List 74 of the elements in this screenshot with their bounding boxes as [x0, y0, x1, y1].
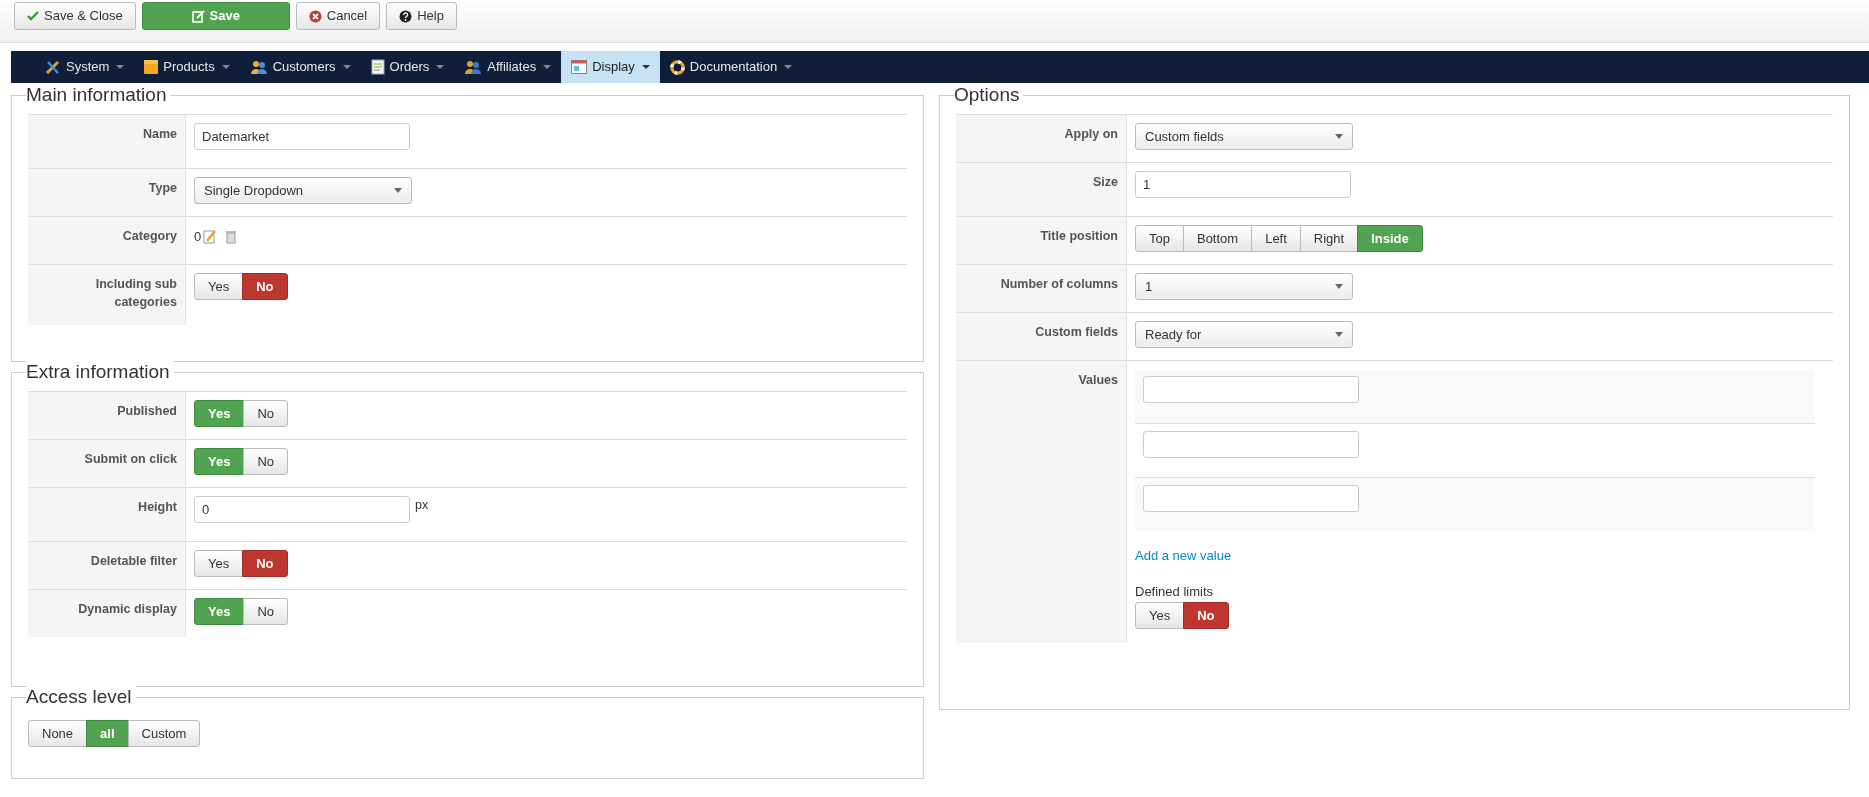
toggle-option[interactable]: Left [1251, 225, 1301, 252]
input-field[interactable] [1143, 431, 1359, 458]
field-label: Apply on [956, 115, 1127, 162]
field-label: Custom fields [956, 313, 1127, 360]
toggle-option[interactable]: Right [1299, 225, 1359, 252]
tools-icon [45, 59, 61, 75]
edit-icon[interactable] [203, 229, 219, 245]
input-field[interactable]: 0 [194, 496, 410, 523]
toggle-option[interactable]: No [242, 550, 288, 577]
toggle-option[interactable]: Bottom [1182, 225, 1253, 252]
toggle-option[interactable]: Yes [1135, 602, 1185, 629]
field-label: Dynamic display [28, 590, 186, 637]
add-value-link[interactable]: Add a new value [1135, 546, 1232, 566]
menu-item[interactable]: Customers [239, 51, 361, 83]
field-label: Name [28, 115, 186, 168]
window-icon [571, 60, 588, 74]
menu-item[interactable]: Affiliates [454, 51, 562, 83]
field-label: Including sub categories [28, 265, 186, 325]
caret-icon [543, 65, 552, 69]
dropdown[interactable]: Single Dropdown [194, 177, 412, 204]
field-label: Submit on click [28, 440, 186, 487]
toggle-option[interactable]: Yes [194, 273, 244, 300]
caret-icon [784, 65, 793, 69]
field-label: Published [28, 392, 186, 439]
field-label: Values [956, 361, 1127, 643]
toggle-option[interactable]: Custom [127, 720, 201, 747]
help-icon [399, 9, 413, 23]
dropdown[interactable]: Ready for [1135, 321, 1353, 348]
box-icon [144, 59, 159, 75]
close-icon [308, 9, 322, 23]
lifebuoy-icon [669, 59, 685, 75]
toolbar-button[interactable]: Help [386, 2, 457, 30]
toggle-option[interactable]: No [243, 598, 289, 625]
menu-item[interactable]: Products [134, 51, 240, 83]
caret-icon [221, 65, 230, 69]
toggle-option[interactable]: Top [1135, 225, 1184, 252]
toolbar-button[interactable]: Cancel [295, 2, 381, 30]
toggle-option[interactable]: No [1183, 602, 1229, 629]
caret-icon [641, 65, 650, 69]
document-icon [370, 59, 385, 75]
toggle-option[interactable]: No [243, 400, 289, 427]
menu-item[interactable]: System [35, 51, 135, 83]
users-icon [249, 59, 268, 75]
dropdown[interactable]: Custom fields [1135, 123, 1353, 150]
caret-icon [436, 65, 445, 69]
unit-label: px [415, 497, 429, 514]
input-field[interactable]: 1 [1135, 171, 1351, 198]
category-value: 0 [194, 228, 202, 246]
field-label: Type [28, 169, 186, 216]
field-label: Size [956, 163, 1127, 216]
toggle-option[interactable]: No [242, 273, 288, 300]
menu-item[interactable]: Orders [360, 51, 455, 83]
caret-icon [116, 65, 125, 69]
toggle-option[interactable]: No [243, 448, 289, 475]
input-field[interactable]: Datemarket [194, 123, 410, 150]
field-label: Category [28, 217, 186, 264]
toggle-option[interactable]: Yes [194, 550, 244, 577]
check-icon [27, 10, 39, 22]
users-icon [464, 59, 483, 75]
input-field[interactable] [1143, 376, 1359, 403]
field-label: Defined limits [1135, 582, 1214, 601]
menu-item[interactable]: Display [561, 51, 660, 83]
trash-icon[interactable] [226, 229, 237, 244]
toggle-option[interactable]: None [28, 720, 88, 747]
caret-icon [342, 65, 351, 69]
field-label: Height [28, 488, 186, 541]
field-label: Title position [956, 217, 1127, 264]
input-field[interactable] [1143, 485, 1359, 512]
edit-icon [191, 9, 205, 23]
menu-item[interactable]: Documentation [659, 51, 803, 83]
field-label: Number of columns [956, 265, 1127, 312]
toolbar-button[interactable]: Save & Close [14, 2, 136, 30]
dropdown[interactable]: 1 [1135, 273, 1353, 300]
field-label: Deletable filter [28, 542, 186, 589]
